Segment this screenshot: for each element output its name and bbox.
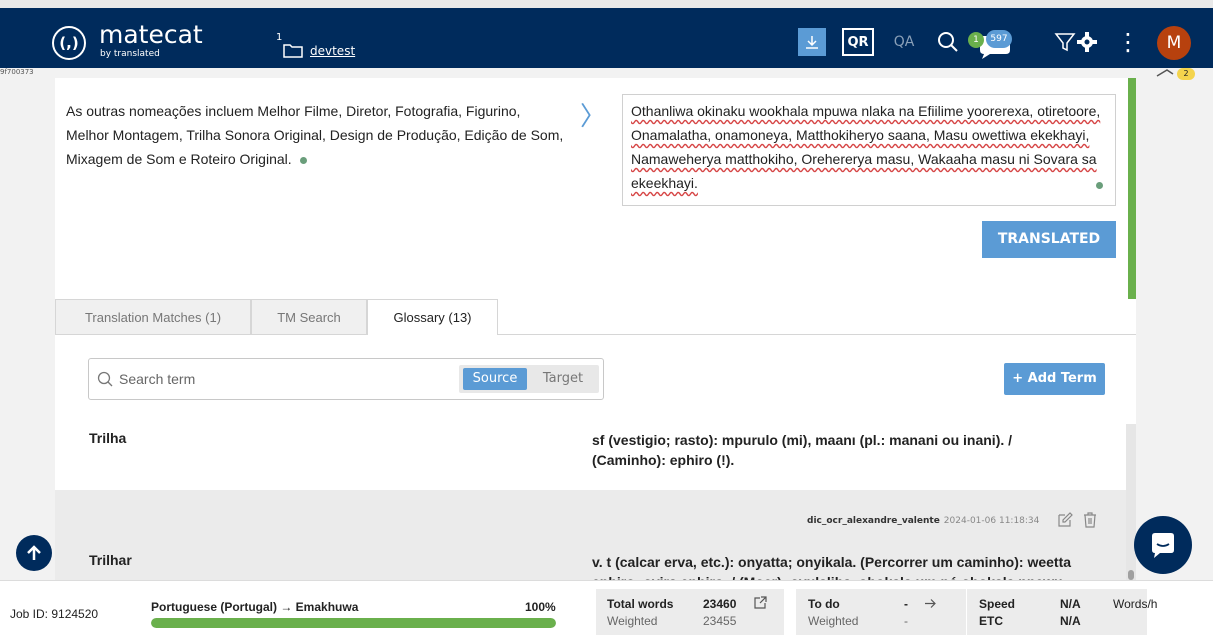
- speed-box: Speed N/A ETC N/A: [967, 589, 1147, 635]
- progress-percent: 100%: [525, 600, 556, 614]
- scroll-top-button[interactable]: [16, 535, 52, 571]
- speed-value: N/A: [1060, 597, 1081, 611]
- arrow-up-icon: [27, 545, 41, 560]
- search-input[interactable]: [119, 369, 419, 389]
- glossary-definition: v. t (calcar erva, etc.): onyatta; onyik…: [592, 554, 1072, 580]
- job-id: Job ID: 9124520: [10, 607, 99, 621]
- trash-icon[interactable]: [1083, 512, 1097, 528]
- todo-label: To do: [808, 597, 840, 611]
- comments-badge: 597: [986, 30, 1012, 48]
- total-words-value: 23460: [703, 597, 737, 611]
- source-segment: As outras nomeações incluem Melhor Filme…: [66, 99, 566, 171]
- scrollbar-thumb[interactable]: [1128, 570, 1134, 580]
- etc-label: ETC: [979, 614, 1003, 628]
- tab-tm-search[interactable]: TM Search: [251, 299, 367, 335]
- search-icon: [938, 32, 958, 52]
- segment-comment-icon[interactable]: [1155, 66, 1179, 82]
- support-chat-button[interactable]: [1134, 516, 1192, 574]
- translated-button[interactable]: TRANSLATED: [982, 221, 1116, 258]
- download-button[interactable]: [798, 28, 826, 56]
- todo-box: To do - Weighted -: [796, 589, 966, 635]
- more-menu-button[interactable]: ⋮: [1116, 28, 1140, 56]
- progress-bar: [151, 618, 556, 628]
- segment-id-label: 9f700373: [0, 68, 34, 76]
- qr-button[interactable]: QR: [842, 28, 874, 56]
- target-editor[interactable]: Othanliwa okinaku wookhala mpuwa nlaka n…: [622, 94, 1116, 206]
- gear-icon: [1077, 32, 1097, 52]
- avatar[interactable]: M: [1157, 26, 1191, 60]
- logo-name[interactable]: matecat: [99, 22, 203, 48]
- top-strip: [0, 0, 1213, 8]
- copy-source-chevron-icon[interactable]: 〉: [580, 96, 606, 133]
- todo-weighted-value: -: [904, 614, 908, 628]
- matecat-logo-icon[interactable]: (,): [52, 26, 86, 60]
- project-name-link[interactable]: devtest: [310, 44, 355, 58]
- weighted-value: 23455: [703, 614, 737, 628]
- source-status-dot: [299, 156, 307, 164]
- chat-icon: [1152, 533, 1174, 558]
- external-link-icon[interactable]: [754, 596, 767, 609]
- glossary-term: Trilhar: [89, 552, 132, 568]
- etc-value: N/A: [1060, 614, 1081, 628]
- add-term-button[interactable]: + Add Term: [1004, 363, 1105, 395]
- segment-comment-badge: 2: [1177, 68, 1195, 80]
- glossary-date: 2024-01-06 11:18:34: [943, 516, 1040, 526]
- weighted-label: Weighted: [607, 614, 658, 628]
- edit-icon[interactable]: [1057, 512, 1073, 528]
- progress-fill: [151, 618, 556, 628]
- search-icon: [97, 371, 113, 387]
- glossary-term: Trilha: [89, 430, 127, 446]
- glossary-row: Trilha sf (vestigio; rasto): mpurulo (mi…: [55, 424, 1136, 490]
- footer-bar: Job ID: 9124520 Portuguese (Portugal) → …: [0, 580, 1213, 641]
- todo-weighted-label: Weighted: [808, 614, 859, 628]
- segment-status-bar: [1128, 78, 1136, 300]
- tab-bar: Translation Matches (1) TM Search Glossa…: [55, 299, 1136, 336]
- tab-glossary[interactable]: Glossary (13): [367, 299, 498, 336]
- total-words-label: Total words: [607, 597, 674, 611]
- search-button[interactable]: [934, 28, 962, 56]
- folder-icon: [283, 44, 303, 58]
- tab-translation-matches[interactable]: Translation Matches (1): [55, 299, 251, 335]
- todo-value: -: [904, 597, 908, 611]
- target-text[interactable]: Othanliwa okinaku wookhala mpuwa nlaka n…: [631, 99, 1107, 195]
- source-text: As outras nomeações incluem Melhor Filme…: [66, 103, 564, 167]
- logo-subtitle: by translated: [100, 49, 160, 59]
- toggle-target[interactable]: Target: [531, 368, 595, 390]
- speed-unit: Words/h: [1113, 597, 1158, 611]
- glossary-definition: sf (vestigio; rasto): mpurulo (mi), maan…: [592, 432, 1013, 468]
- glossary-author: dic_ocr_alexandre_valente: [807, 516, 940, 526]
- project-number: 1: [276, 32, 283, 43]
- settings-button[interactable]: [1072, 28, 1102, 56]
- glossary-scrollbar[interactable]: [1126, 424, 1136, 580]
- speed-label: Speed: [979, 597, 1016, 611]
- total-words-box: Total words 23460 Weighted 23455: [596, 589, 784, 635]
- toggle-source[interactable]: Source: [463, 368, 527, 390]
- notification-badge: 1: [968, 32, 984, 48]
- app-header: (,) matecat by translated 1 devtest QR Q…: [0, 8, 1213, 68]
- glossary-meta: dic_ocr_alexandre_valente 2024-01-06 11:1…: [807, 516, 1039, 526]
- target-status-dot: [1096, 182, 1103, 189]
- glossary-list: Trilha sf (vestigio; rasto): mpurulo (mi…: [55, 424, 1136, 580]
- source-target-toggle: Source Target: [459, 365, 599, 393]
- glossary-row: dic_ocr_alexandre_valente 2024-01-06 11:1…: [55, 490, 1136, 580]
- download-icon: [806, 36, 818, 49]
- qa-button[interactable]: QA: [890, 28, 918, 56]
- glossary-search: Source Target: [88, 358, 604, 400]
- language-pair: Portuguese (Portugal) → Emakhuwa: [151, 600, 359, 614]
- arrow-right-icon[interactable]: [924, 598, 937, 609]
